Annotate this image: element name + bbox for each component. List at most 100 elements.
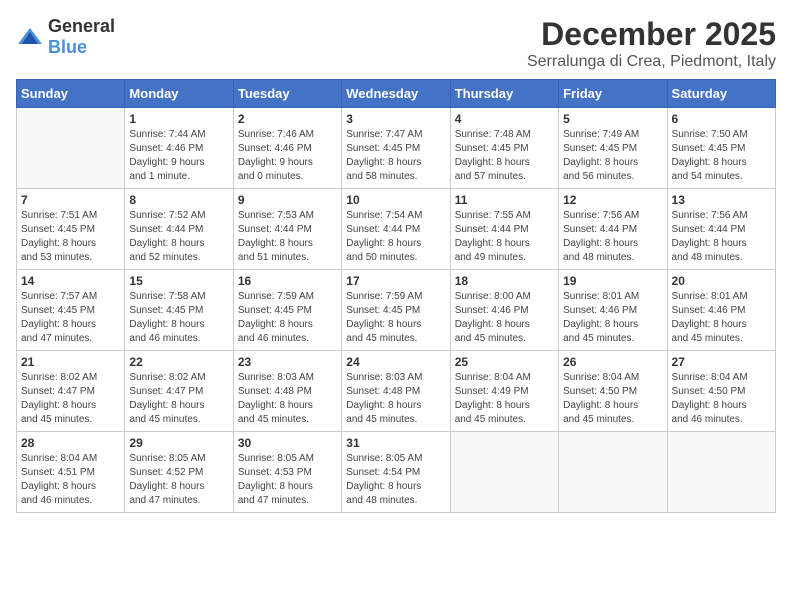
- day-cell: [667, 432, 775, 513]
- day-info: Sunrise: 8:02 AM Sunset: 4:47 PM Dayligh…: [129, 371, 228, 427]
- day-cell: 23 Sunrise: 8:03 AM Sunset: 4:48 PM Dayli…: [233, 351, 341, 432]
- day-info: Sunrise: 7:48 AM Sunset: 4:45 PM Dayligh…: [455, 128, 554, 184]
- day-info: Sunrise: 7:54 AM Sunset: 4:44 PM Dayligh…: [346, 209, 445, 265]
- month-title: December 2025: [527, 16, 776, 53]
- day-cell: 29 Sunrise: 8:05 AM Sunset: 4:52 PM Dayli…: [125, 432, 233, 513]
- day-info: Sunrise: 7:56 AM Sunset: 4:44 PM Dayligh…: [563, 209, 662, 265]
- week-row-5: 28 Sunrise: 8:04 AM Sunset: 4:51 PM Dayli…: [17, 432, 776, 513]
- day-cell: [450, 432, 558, 513]
- day-cell: 20 Sunrise: 8:01 AM Sunset: 4:46 PM Dayli…: [667, 270, 775, 351]
- day-number: 5: [563, 112, 662, 126]
- day-info: Sunrise: 7:59 AM Sunset: 4:45 PM Dayligh…: [238, 290, 337, 346]
- day-number: 19: [563, 274, 662, 288]
- day-cell: 3 Sunrise: 7:47 AM Sunset: 4:45 PM Daylig…: [342, 108, 450, 189]
- weekday-header-tuesday: Tuesday: [233, 80, 341, 108]
- location-title: Serralunga di Crea, Piedmont, Italy: [527, 53, 776, 71]
- day-info: Sunrise: 7:46 AM Sunset: 4:46 PM Dayligh…: [238, 128, 337, 184]
- day-info: Sunrise: 7:51 AM Sunset: 4:45 PM Dayligh…: [21, 209, 120, 265]
- day-number: 29: [129, 436, 228, 450]
- day-info: Sunrise: 8:05 AM Sunset: 4:53 PM Dayligh…: [238, 452, 337, 508]
- day-info: Sunrise: 8:03 AM Sunset: 4:48 PM Dayligh…: [346, 371, 445, 427]
- day-info: Sunrise: 7:53 AM Sunset: 4:44 PM Dayligh…: [238, 209, 337, 265]
- day-cell: 28 Sunrise: 8:04 AM Sunset: 4:51 PM Dayli…: [17, 432, 125, 513]
- day-cell: 9 Sunrise: 7:53 AM Sunset: 4:44 PM Daylig…: [233, 189, 341, 270]
- day-number: 20: [672, 274, 771, 288]
- day-info: Sunrise: 8:00 AM Sunset: 4:46 PM Dayligh…: [455, 290, 554, 346]
- day-info: Sunrise: 7:50 AM Sunset: 4:45 PM Dayligh…: [672, 128, 771, 184]
- day-cell: 7 Sunrise: 7:51 AM Sunset: 4:45 PM Daylig…: [17, 189, 125, 270]
- day-number: 23: [238, 355, 337, 369]
- day-info: Sunrise: 7:58 AM Sunset: 4:45 PM Dayligh…: [129, 290, 228, 346]
- day-number: 8: [129, 193, 228, 207]
- day-cell: 8 Sunrise: 7:52 AM Sunset: 4:44 PM Daylig…: [125, 189, 233, 270]
- day-info: Sunrise: 8:01 AM Sunset: 4:46 PM Dayligh…: [672, 290, 771, 346]
- day-cell: [559, 432, 667, 513]
- day-cell: 10Sunrise: 7:54 AM Sunset: 4:44 PM Dayli…: [342, 189, 450, 270]
- day-cell: 24Sunrise: 8:03 AM Sunset: 4:48 PM Dayli…: [342, 351, 450, 432]
- day-info: Sunrise: 7:52 AM Sunset: 4:44 PM Dayligh…: [129, 209, 228, 265]
- week-row-3: 14 Sunrise: 7:57 AM Sunset: 4:45 PM Dayli…: [17, 270, 776, 351]
- day-info: Sunrise: 8:04 AM Sunset: 4:51 PM Dayligh…: [21, 452, 120, 508]
- day-number: 7: [21, 193, 120, 207]
- day-cell: 11Sunrise: 7:55 AM Sunset: 4:44 PM Dayli…: [450, 189, 558, 270]
- weekday-header-friday: Friday: [559, 80, 667, 108]
- day-number: 17: [346, 274, 445, 288]
- day-info: Sunrise: 7:56 AM Sunset: 4:44 PM Dayligh…: [672, 209, 771, 265]
- day-info: Sunrise: 8:04 AM Sunset: 4:50 PM Dayligh…: [672, 371, 771, 427]
- day-number: 4: [455, 112, 554, 126]
- day-cell: 12 Sunrise: 7:56 AM Sunset: 4:44 PM Dayli…: [559, 189, 667, 270]
- day-info: Sunrise: 7:44 AM Sunset: 4:46 PM Dayligh…: [129, 128, 228, 184]
- weekday-header-sunday: Sunday: [17, 80, 125, 108]
- weekday-header-saturday: Saturday: [667, 80, 775, 108]
- day-number: 27: [672, 355, 771, 369]
- day-cell: 26Sunrise: 8:04 AM Sunset: 4:50 PM Dayli…: [559, 351, 667, 432]
- day-number: 14: [21, 274, 120, 288]
- day-number: 31: [346, 436, 445, 450]
- weekday-header-row: SundayMondayTuesdayWednesdayThursdayFrid…: [17, 80, 776, 108]
- day-cell: 21 Sunrise: 8:02 AM Sunset: 4:47 PM Dayli…: [17, 351, 125, 432]
- day-info: Sunrise: 8:05 AM Sunset: 4:52 PM Dayligh…: [129, 452, 228, 508]
- day-cell: 5Sunrise: 7:49 AM Sunset: 4:45 PM Daylig…: [559, 108, 667, 189]
- day-number: 3: [346, 112, 445, 126]
- day-cell: 1Sunrise: 7:44 AM Sunset: 4:46 PM Daylig…: [125, 108, 233, 189]
- logo-blue: Blue: [48, 37, 87, 57]
- day-cell: 15 Sunrise: 7:58 AM Sunset: 4:45 PM Dayli…: [125, 270, 233, 351]
- day-cell: 30Sunrise: 8:05 AM Sunset: 4:53 PM Dayli…: [233, 432, 341, 513]
- day-cell: 2 Sunrise: 7:46 AM Sunset: 4:46 PM Daylig…: [233, 108, 341, 189]
- day-cell: [17, 108, 125, 189]
- day-number: 2: [238, 112, 337, 126]
- day-number: 25: [455, 355, 554, 369]
- day-number: 18: [455, 274, 554, 288]
- day-info: Sunrise: 7:47 AM Sunset: 4:45 PM Dayligh…: [346, 128, 445, 184]
- day-cell: 18 Sunrise: 8:00 AM Sunset: 4:46 PM Dayli…: [450, 270, 558, 351]
- day-cell: 25 Sunrise: 8:04 AM Sunset: 4:49 PM Dayli…: [450, 351, 558, 432]
- day-cell: 22Sunrise: 8:02 AM Sunset: 4:47 PM Dayli…: [125, 351, 233, 432]
- weekday-header-wednesday: Wednesday: [342, 80, 450, 108]
- day-info: Sunrise: 8:04 AM Sunset: 4:49 PM Dayligh…: [455, 371, 554, 427]
- day-number: 9: [238, 193, 337, 207]
- day-number: 12: [563, 193, 662, 207]
- day-info: Sunrise: 7:57 AM Sunset: 4:45 PM Dayligh…: [21, 290, 120, 346]
- day-number: 26: [563, 355, 662, 369]
- day-number: 6: [672, 112, 771, 126]
- weekday-header-monday: Monday: [125, 80, 233, 108]
- day-cell: 31Sunrise: 8:05 AM Sunset: 4:54 PM Dayli…: [342, 432, 450, 513]
- day-info: Sunrise: 8:03 AM Sunset: 4:48 PM Dayligh…: [238, 371, 337, 427]
- logo-general: General: [48, 16, 115, 36]
- week-row-2: 7 Sunrise: 7:51 AM Sunset: 4:45 PM Daylig…: [17, 189, 776, 270]
- day-cell: 19 Sunrise: 8:01 AM Sunset: 4:46 PM Dayli…: [559, 270, 667, 351]
- day-cell: 16 Sunrise: 7:59 AM Sunset: 4:45 PM Dayli…: [233, 270, 341, 351]
- week-row-1: 1Sunrise: 7:44 AM Sunset: 4:46 PM Daylig…: [17, 108, 776, 189]
- day-info: Sunrise: 8:02 AM Sunset: 4:47 PM Dayligh…: [21, 371, 120, 427]
- day-number: 13: [672, 193, 771, 207]
- day-number: 16: [238, 274, 337, 288]
- day-cell: 27 Sunrise: 8:04 AM Sunset: 4:50 PM Dayli…: [667, 351, 775, 432]
- day-number: 21: [21, 355, 120, 369]
- day-cell: 14 Sunrise: 7:57 AM Sunset: 4:45 PM Dayli…: [17, 270, 125, 351]
- day-number: 15: [129, 274, 228, 288]
- logo: General Blue: [16, 16, 115, 58]
- day-info: Sunrise: 7:59 AM Sunset: 4:45 PM Dayligh…: [346, 290, 445, 346]
- title-block: December 2025 Serralunga di Crea, Piedmo…: [527, 16, 776, 71]
- day-number: 28: [21, 436, 120, 450]
- day-info: Sunrise: 8:01 AM Sunset: 4:46 PM Dayligh…: [563, 290, 662, 346]
